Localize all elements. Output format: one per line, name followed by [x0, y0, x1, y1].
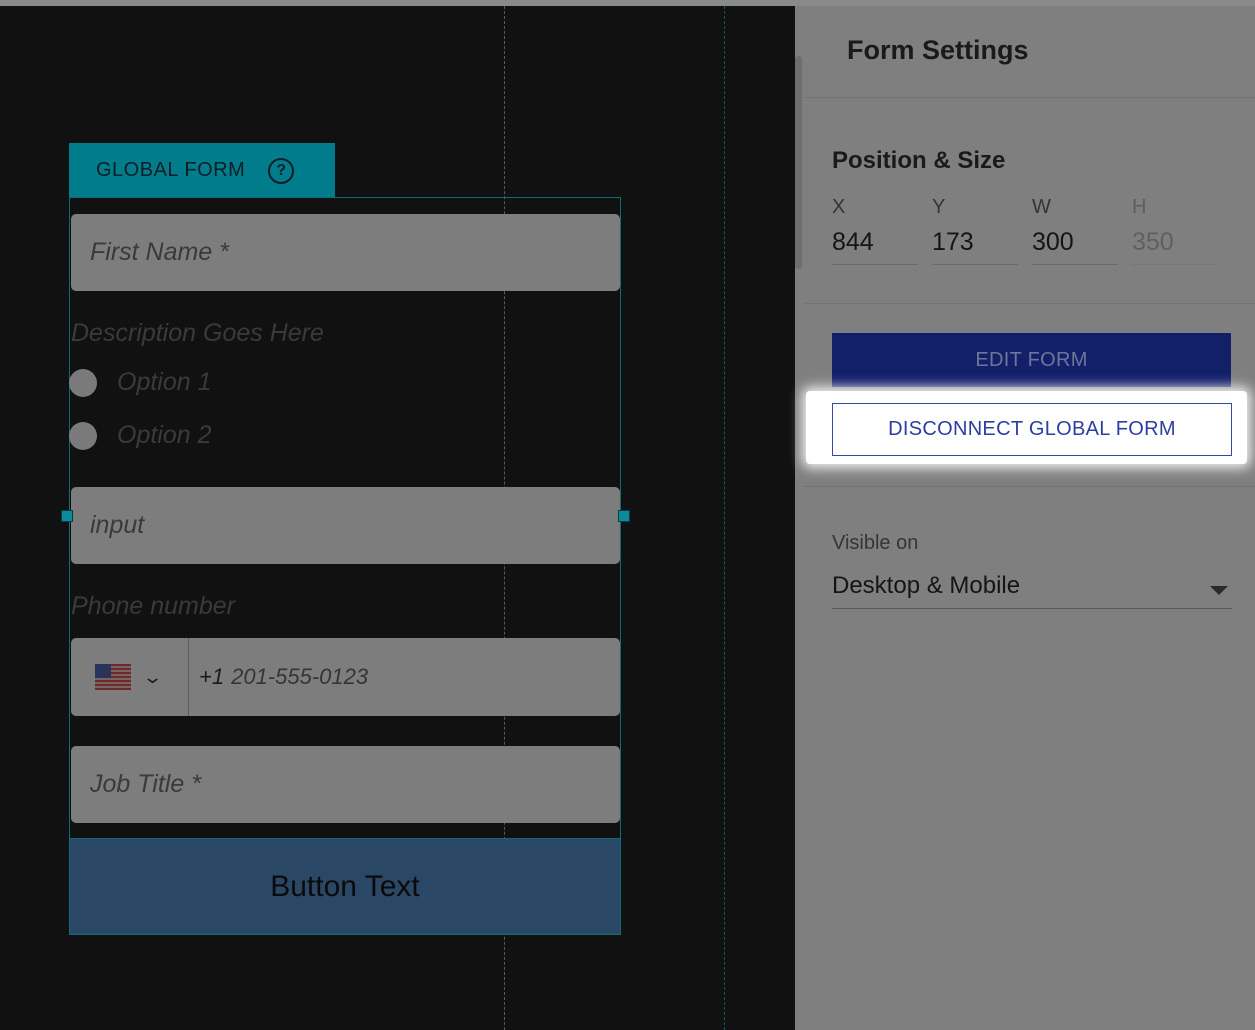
x-label: X [832, 196, 846, 218]
position-size-title: Position & Size [832, 147, 1006, 174]
visible-on-label: Visible on [832, 532, 919, 554]
x-input[interactable]: 844 [832, 223, 918, 265]
radio-option-label: Option 1 [117, 368, 212, 396]
first-name-placeholder: First Name * [90, 238, 229, 266]
phone-placeholder: 201-555-0123 [231, 664, 369, 689]
resize-handle-left[interactable] [61, 510, 73, 522]
phone-number-input[interactable]: +1 201-555-0123 [189, 638, 368, 716]
radio-button[interactable] [69, 368, 97, 397]
width-input[interactable]: 300 [1032, 223, 1118, 265]
divider [803, 303, 1255, 304]
edit-form-label: EDIT FORM [975, 348, 1088, 371]
phone-number-field[interactable]: ⌄ +1 201-555-0123 [71, 638, 620, 716]
input-placeholder: input [90, 511, 145, 539]
height-field: H 350 [1132, 196, 1218, 265]
panel-title: Form Settings [847, 35, 1029, 65]
y-field[interactable]: Y 173 [932, 196, 1018, 265]
y-label: Y [932, 196, 946, 218]
chevron-down-icon: ⌄ [141, 666, 164, 687]
app-root: GLOBAL FORM ? First Name * Description G… [0, 0, 1255, 1030]
disconnect-global-form-button[interactable]: DISCONNECT GLOBAL FORM [832, 403, 1232, 456]
country-selector[interactable]: ⌄ [71, 638, 189, 716]
edge-guide-line [724, 6, 725, 1030]
visible-on-select[interactable]: Desktop & Mobile [832, 564, 1232, 609]
visible-on-value: Desktop & Mobile [832, 572, 1021, 599]
generic-input-field[interactable]: input [71, 487, 620, 564]
first-name-field[interactable]: First Name * [71, 214, 620, 291]
divider [803, 486, 1255, 487]
height-input: 350 [1132, 223, 1218, 265]
y-input[interactable]: 173 [932, 223, 1018, 265]
form-settings-panel: Form Settings Position & Size X 844 Y 17… [795, 6, 1255, 1030]
x-field[interactable]: X 844 [832, 196, 918, 265]
us-flag-icon [95, 664, 131, 690]
panel-scrollbar[interactable] [795, 56, 802, 269]
width-field[interactable]: W 300 [1032, 196, 1118, 265]
resize-handle-right[interactable] [618, 510, 630, 522]
radio-option-label: Option 2 [117, 421, 212, 449]
question-circle-icon[interactable]: ? [268, 157, 295, 184]
global-form-badge[interactable]: GLOBAL FORM ? [69, 143, 335, 198]
width-label: W [1032, 196, 1051, 218]
radio-option-1[interactable]: Option 1 [69, 368, 212, 397]
job-title-placeholder: Job Title * [90, 770, 201, 798]
divider [803, 97, 1255, 98]
phone-prefix: +1 [199, 664, 225, 689]
edit-form-button[interactable]: EDIT FORM [832, 333, 1231, 387]
global-form-label: GLOBAL FORM [96, 159, 246, 181]
radio-option-2[interactable]: Option 2 [69, 421, 212, 450]
dropdown-caret-icon [1210, 585, 1228, 595]
radio-button[interactable] [69, 421, 97, 450]
phone-number-label: Phone number [71, 592, 236, 620]
job-title-field[interactable]: Job Title * [71, 746, 620, 823]
height-label: H [1132, 196, 1147, 218]
disconnect-label: DISCONNECT GLOBAL FORM [888, 418, 1176, 440]
submit-button-label: Button Text [270, 869, 420, 903]
form-submit-button[interactable]: Button Text [69, 838, 621, 935]
radio-description: Description Goes Here [71, 319, 324, 347]
